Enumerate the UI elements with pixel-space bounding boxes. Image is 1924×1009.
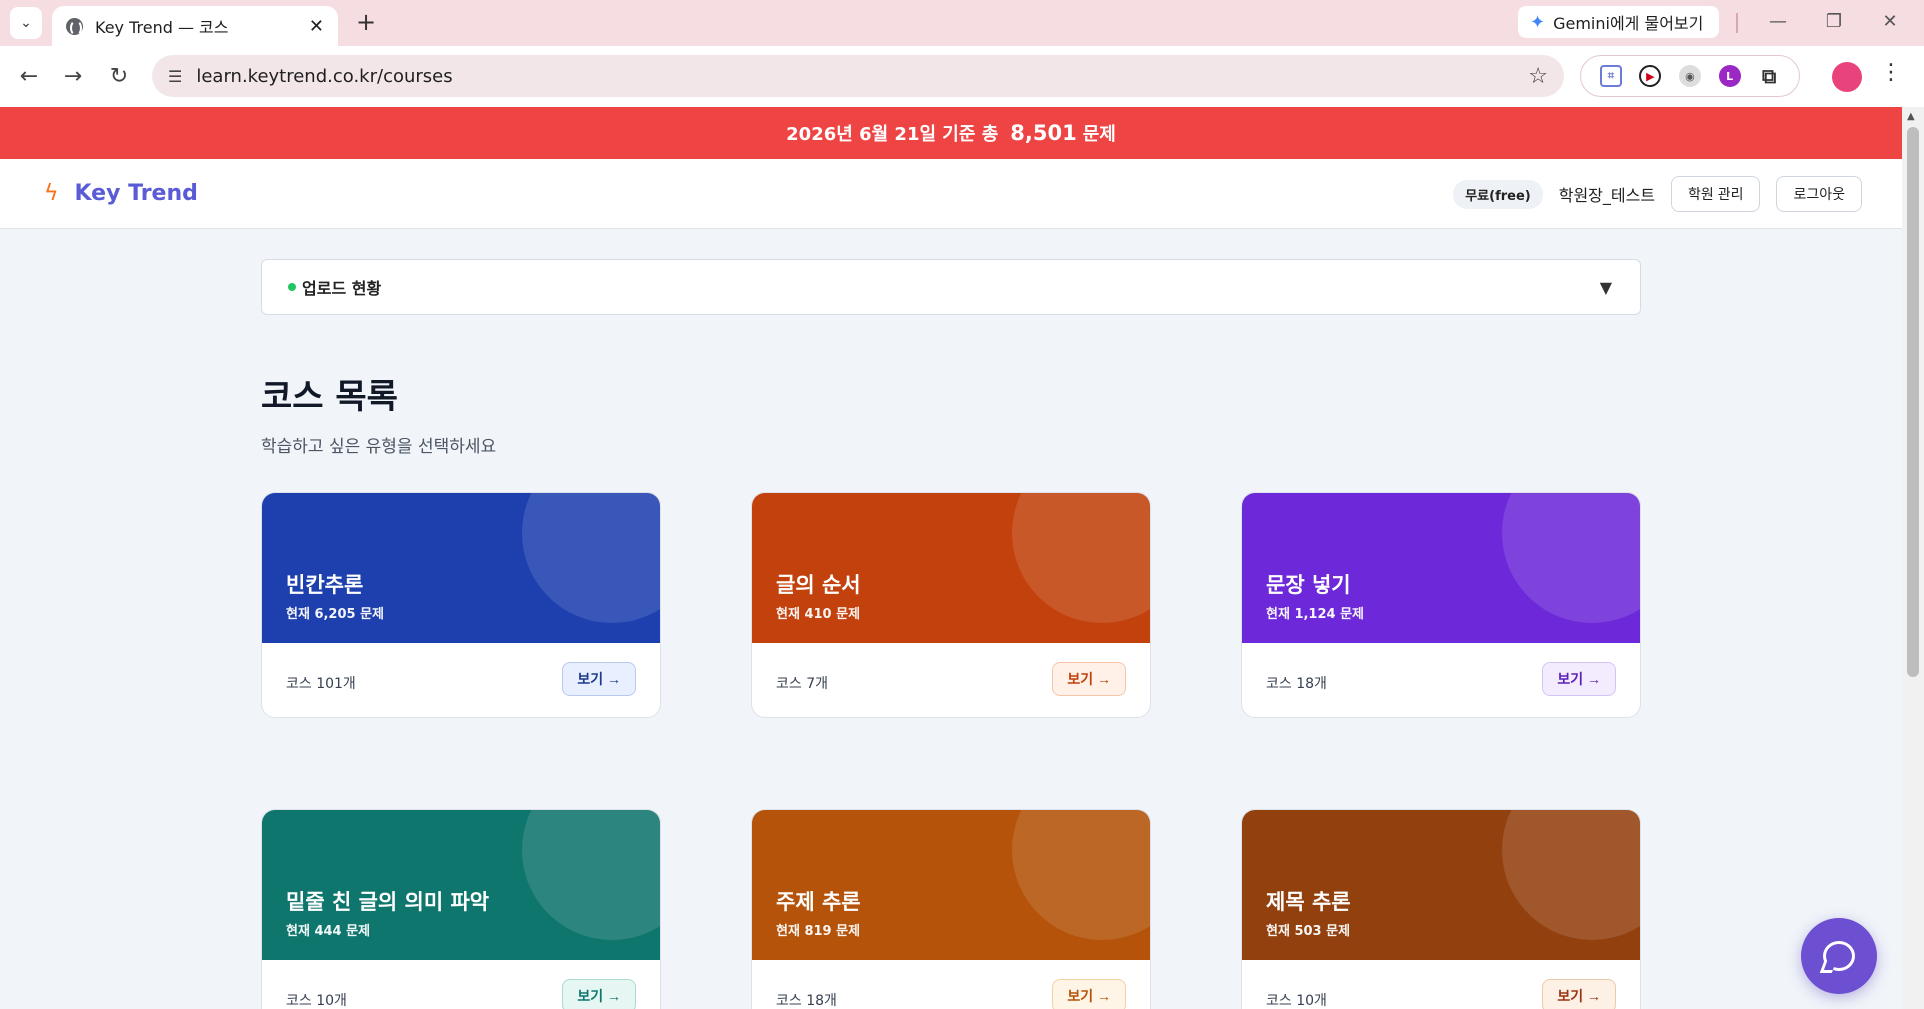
forward-button[interactable]: → — [58, 62, 88, 92]
owl-extension-icon[interactable]: ◉ — [1678, 65, 1701, 87]
profile-avatar[interactable] — [1832, 62, 1862, 92]
view-course-button[interactable]: 보기 → — [1542, 662, 1616, 696]
site-header: ϟ Key Trend 무료(free) 학원장_테스트 학원 관리 로그아웃 — [0, 159, 1902, 229]
course-title: 밑줄 친 글의 의미 파악 — [286, 890, 490, 914]
course-card[interactable]: 글의 순서 현재 410 문제 코스 7개 보기 → — [751, 492, 1151, 718]
browser-toolbar: ← → ↻ ☰ learn.keytrend.co.kr/courses ☆ ⌗… — [0, 46, 1924, 107]
player-extension-icon[interactable]: ▶ — [1639, 65, 1662, 87]
puzzle-icon[interactable]: ⧉ — [1758, 64, 1780, 88]
view-course-button[interactable]: 보기 → — [562, 662, 636, 696]
decorative-circle — [522, 493, 660, 623]
course-card[interactable]: 밑줄 친 글의 의미 파악 현재 444 문제 코스 10개 보기 → — [261, 809, 661, 1009]
banner-suffix: 문제 — [1082, 124, 1116, 145]
view-course-button[interactable]: 보기 → — [562, 979, 636, 1009]
address-bar[interactable]: ☰ learn.keytrend.co.kr/courses ☆ — [152, 55, 1564, 97]
course-title: 글의 순서 — [776, 573, 861, 597]
course-count: 코스 10개 — [1266, 993, 1327, 1009]
course-title: 제목 추론 — [1266, 890, 1351, 914]
course-card[interactable]: 빈칸추론 현재 6,205 문제 코스 101개 보기 → — [261, 492, 661, 718]
url-text[interactable]: learn.keytrend.co.kr/courses — [196, 66, 1528, 87]
lr-extension-icon[interactable]: L — [1718, 65, 1741, 87]
bookmark-star-icon[interactable]: ☆ — [1528, 64, 1548, 89]
chevron-down-icon: ⌄ — [20, 15, 32, 31]
status-dot-icon — [288, 283, 296, 291]
course-problem-count: 현재 444 문제 — [286, 924, 371, 939]
problem-count-banner: 2026년 6월 21일 기준 총 8,501 문제 — [0, 107, 1902, 159]
page-viewport: 2026년 6월 21일 기준 총 8,501 문제 ϟ Key Trend 무… — [0, 107, 1902, 1009]
page-scrollbar[interactable]: ▲ — [1902, 107, 1924, 1009]
tab-title: Key Trend — 코스 — [95, 18, 229, 37]
minimize-button[interactable]: — — [1758, 8, 1798, 36]
upload-status-panel[interactable]: 업로드 현황 ▼ — [261, 259, 1641, 315]
course-card[interactable]: 문장 넣기 현재 1,124 문제 코스 18개 보기 → — [1241, 492, 1641, 718]
academy-manage-button[interactable]: 학원 관리 — [1671, 176, 1761, 212]
decorative-circle — [522, 810, 660, 940]
main-content: 업로드 현황 ▼ 코스 목록 학습하고 싶은 유형을 선택하세요 빈칸추론 현재… — [261, 259, 1641, 1009]
gemini-spark-icon: ✦ — [1530, 11, 1546, 33]
course-title: 빈칸추론 — [286, 573, 364, 597]
course-count: 코스 10개 — [286, 993, 347, 1009]
page-title: 코스 목록 — [261, 377, 398, 417]
back-button[interactable]: ← — [14, 62, 44, 92]
lightning-bolt-icon: ϟ — [44, 181, 59, 206]
more-menu-icon[interactable]: ⋮ — [1880, 60, 1902, 94]
globe-icon — [66, 17, 83, 36]
decorative-circle — [1012, 493, 1150, 623]
decorative-circle — [1502, 810, 1640, 940]
close-tab-icon[interactable]: ✕ — [309, 16, 324, 37]
course-problem-count: 현재 819 문제 — [776, 924, 861, 939]
chat-bubble-icon — [1823, 941, 1855, 971]
caret-down-icon[interactable]: ▼ — [1600, 278, 1612, 297]
course-problem-count: 현재 410 문제 — [776, 607, 861, 622]
restore-button[interactable]: ❐ — [1814, 8, 1854, 36]
user-name: 학원장_테스트 — [1558, 186, 1656, 205]
course-card[interactable]: 주제 추론 현재 819 문제 코스 18개 보기 → — [751, 809, 1151, 1009]
upload-status-label: 업로드 현황 — [302, 279, 382, 298]
header-actions: 무료(free) 학원장_테스트 학원 관리 로그아웃 — [1453, 176, 1862, 212]
view-course-button[interactable]: 보기 → — [1542, 979, 1616, 1009]
site-settings-icon[interactable]: ☰ — [168, 67, 182, 86]
course-count: 코스 18개 — [1266, 676, 1327, 692]
scroll-up-arrow-icon[interactable]: ▲ — [1907, 111, 1915, 122]
course-problem-count: 현재 1,124 문제 — [1266, 607, 1365, 622]
window-separator — [1736, 13, 1738, 33]
decorative-circle — [1502, 493, 1640, 623]
extensions-group: ⌗ ▶ ◉ L ⧉ — [1580, 55, 1800, 97]
logout-button[interactable]: 로그아웃 — [1776, 176, 1862, 212]
course-count: 코스 101개 — [286, 676, 356, 692]
view-course-button[interactable]: 보기 → — [1052, 662, 1126, 696]
browser-tab-active[interactable]: Key Trend — 코스 ✕ — [52, 6, 338, 46]
course-problem-count: 현재 503 문제 — [1266, 924, 1351, 939]
course-title: 주제 추론 — [776, 890, 861, 914]
gemini-label: Gemini에게 물어보기 — [1553, 14, 1704, 33]
reload-button[interactable]: ↻ — [104, 62, 134, 92]
new-tab-button[interactable]: + — [352, 8, 380, 36]
browser-tab-strip: ⌄ Key Trend — 코스 ✕ + ✦ Gemini에게 물어보기 — ❐… — [0, 0, 1924, 46]
course-title: 문장 넣기 — [1266, 573, 1351, 597]
view-course-button[interactable]: 보기 → — [1052, 979, 1126, 1009]
gemini-button[interactable]: ✦ Gemini에게 물어보기 — [1518, 6, 1720, 38]
lens-extension-icon[interactable]: ⌗ — [1599, 65, 1622, 87]
course-count: 코스 18개 — [776, 993, 837, 1009]
tab-search-button[interactable]: ⌄ — [10, 7, 42, 39]
course-card[interactable]: 제목 추론 현재 503 문제 코스 10개 보기 → — [1241, 809, 1641, 1009]
course-problem-count: 현재 6,205 문제 — [286, 607, 385, 622]
decorative-circle — [1012, 810, 1150, 940]
scrollbar-thumb[interactable] — [1907, 127, 1919, 677]
chat-button[interactable] — [1801, 918, 1877, 994]
page-subtitle: 학습하고 싶은 유형을 선택하세요 — [261, 437, 497, 457]
banner-prefix: 2026년 6월 21일 기준 총 — [786, 124, 999, 145]
close-window-button[interactable]: ✕ — [1870, 8, 1910, 36]
plan-badge: 무료(free) — [1453, 179, 1543, 209]
site-logo[interactable]: ϟ Key Trend — [44, 181, 198, 206]
banner-count: 8,501 — [1010, 121, 1077, 145]
course-count: 코스 7개 — [776, 676, 828, 692]
logo-text: Key Trend — [74, 181, 198, 206]
